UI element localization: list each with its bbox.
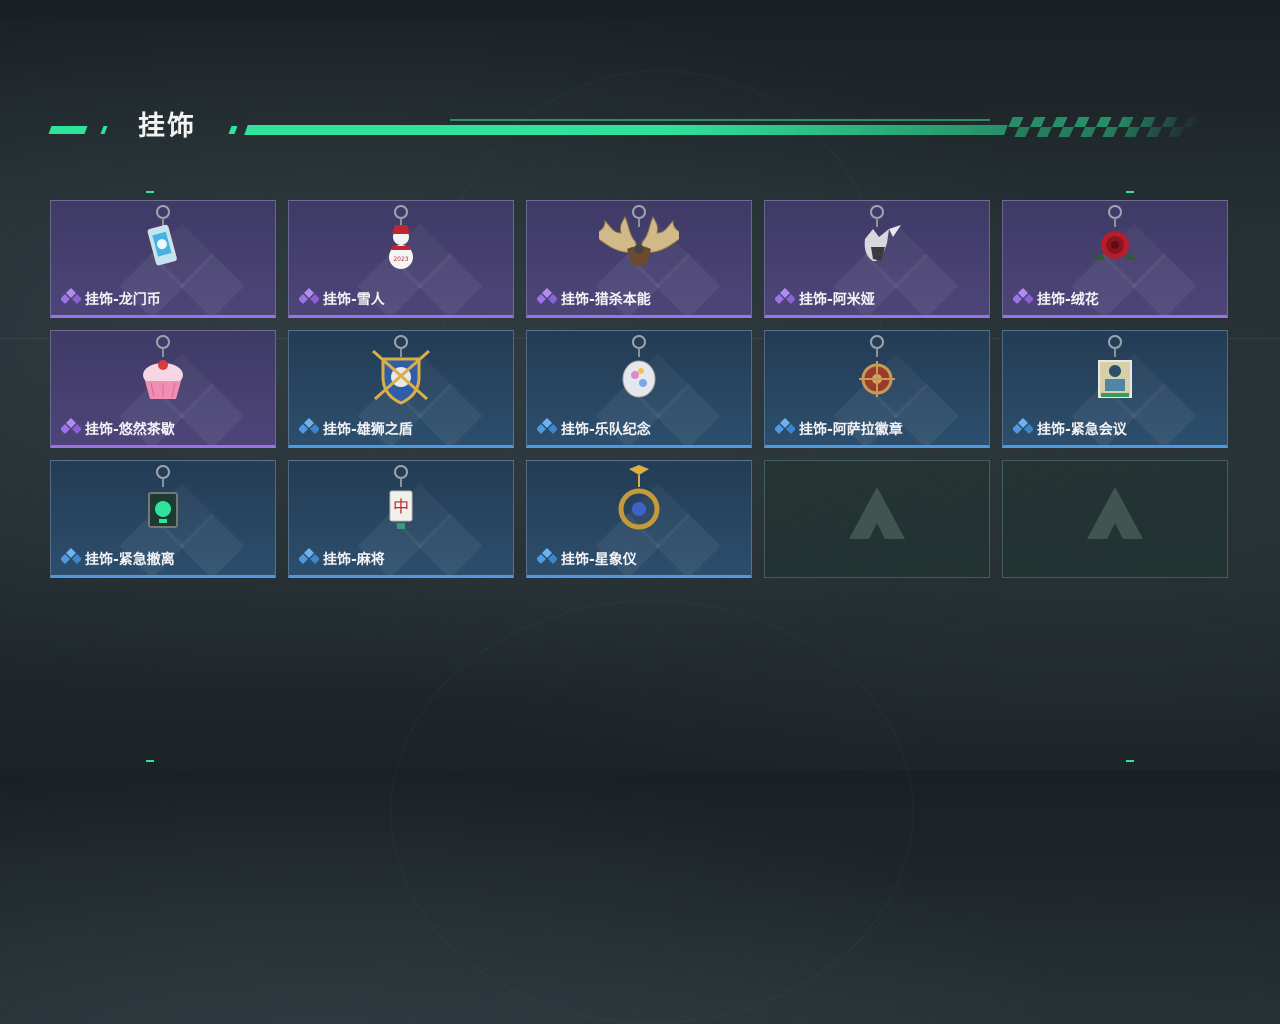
blue-rarity-icon <box>536 417 558 441</box>
cupcake-charm-icon <box>123 333 203 419</box>
charm-card[interactable]: 挂饰-阿萨拉徽章 <box>764 330 990 448</box>
mahjong-charm-icon: 中 <box>361 463 441 549</box>
empty-charm-slot[interactable] <box>764 460 990 578</box>
charm-label: 挂饰-紧急撤离 <box>60 547 175 571</box>
wheel-badge-charm-icon <box>837 333 917 419</box>
header-accent-bar <box>244 125 1008 135</box>
blue-rarity-icon <box>536 547 558 571</box>
charm-name: 挂饰-雄狮之盾 <box>323 422 413 438</box>
charm-name: 挂饰-阿米娅 <box>799 292 875 308</box>
charm-name: 挂饰-紧急撤离 <box>85 552 175 568</box>
charm-name: 挂饰-绒花 <box>1037 292 1099 308</box>
meeting-board-charm-icon <box>1075 333 1155 419</box>
svg-text:2023: 2023 <box>393 256 408 263</box>
purple-rarity-icon <box>536 287 558 311</box>
header-accent-left <box>48 126 88 134</box>
charm-label: 挂饰-雪人 <box>298 287 385 311</box>
charm-card[interactable]: 挂饰-乐队纪念 <box>526 330 752 448</box>
astrolabe-charm-icon <box>599 463 679 549</box>
charm-card[interactable]: 挂饰-猎杀本能 <box>526 200 752 318</box>
charm-name: 挂饰-阿萨拉徽章 <box>799 422 903 438</box>
antler-charm-icon <box>589 203 689 289</box>
charm-name: 挂饰-乐队纪念 <box>561 422 651 438</box>
charm-label: 挂饰-阿米娅 <box>774 287 875 311</box>
corner-tick <box>1126 191 1134 193</box>
charm-label: 挂饰-星象仪 <box>536 547 637 571</box>
charm-card[interactable]: 挂饰-雄狮之盾 <box>288 330 514 448</box>
charm-card[interactable]: 挂饰-紧急会议 <box>1002 330 1228 448</box>
charm-card[interactable]: 挂饰-悠然茶歇 <box>50 330 276 448</box>
charm-name: 挂饰-麻将 <box>323 552 385 568</box>
purple-rarity-icon <box>298 287 320 311</box>
charm-name: 挂饰-雪人 <box>323 292 385 308</box>
blue-rarity-icon <box>298 547 320 571</box>
charm-card[interactable]: 2023 挂饰-雪人 <box>288 200 514 318</box>
purple-rarity-icon <box>774 287 796 311</box>
charm-card[interactable]: 挂饰-龙门币 <box>50 200 276 318</box>
bunny-charm-icon <box>837 203 917 289</box>
empty-slot-logo-icon <box>845 483 909 551</box>
charm-card[interactable]: 挂饰-紧急撤离 <box>50 460 276 578</box>
charm-label: 挂饰-龙门币 <box>60 287 161 311</box>
header-checker-pattern <box>1003 117 1203 137</box>
charm-name: 挂饰-紧急会议 <box>1037 422 1127 438</box>
lion-shield-charm-icon <box>361 333 441 419</box>
charm-label: 挂饰-绒花 <box>1012 287 1099 311</box>
charm-card[interactable]: 挂饰-阿米娅 <box>764 200 990 318</box>
rose-charm-icon <box>1075 203 1155 289</box>
empty-charm-slot[interactable] <box>1002 460 1228 578</box>
background-ring <box>390 600 914 1024</box>
charm-label: 挂饰-猎杀本能 <box>536 287 651 311</box>
empty-slot-logo-icon <box>1083 483 1147 551</box>
section-title: 挂饰 <box>138 111 196 142</box>
charm-label: 挂饰-悠然茶歇 <box>60 417 175 441</box>
purple-rarity-icon <box>1012 287 1034 311</box>
charm-label: 挂饰-紧急会议 <box>1012 417 1127 441</box>
blue-rarity-icon <box>1012 417 1034 441</box>
blue-rarity-icon <box>60 547 82 571</box>
corner-tick <box>1126 760 1134 762</box>
charm-card[interactable]: 挂饰-绒花 <box>1002 200 1228 318</box>
header-accent-dot <box>100 126 108 134</box>
top-strip <box>0 0 1280 20</box>
corner-tick <box>146 760 154 762</box>
charm-card[interactable]: 中挂饰-麻将 <box>288 460 514 578</box>
purple-rarity-icon <box>60 287 82 311</box>
snowman-charm-icon: 2023 <box>361 203 441 289</box>
charm-label: 挂饰-乐队纪念 <box>536 417 651 441</box>
exit-sign-charm-icon <box>123 463 203 549</box>
coin-charm-icon <box>123 203 203 289</box>
corner-tick <box>146 191 154 193</box>
charm-name: 挂饰-猎杀本能 <box>561 292 651 308</box>
band-badge-charm-icon <box>599 333 679 419</box>
charm-label: 挂饰-阿萨拉徽章 <box>774 417 903 441</box>
charm-name: 挂饰-龙门币 <box>85 292 161 308</box>
charm-label: 挂饰-雄狮之盾 <box>298 417 413 441</box>
charm-card[interactable]: 挂饰-星象仪 <box>526 460 752 578</box>
charm-name: 挂饰-星象仪 <box>561 552 637 568</box>
charm-name: 挂饰-悠然茶歇 <box>85 422 175 438</box>
section-header: 挂饰 <box>48 108 1210 148</box>
purple-rarity-icon <box>60 417 82 441</box>
blue-rarity-icon <box>298 417 320 441</box>
header-accent-dot <box>228 126 238 134</box>
charm-label: 挂饰-麻将 <box>298 547 385 571</box>
svg-text:中: 中 <box>393 497 409 516</box>
header-thin-line <box>450 119 990 121</box>
blue-rarity-icon <box>774 417 796 441</box>
